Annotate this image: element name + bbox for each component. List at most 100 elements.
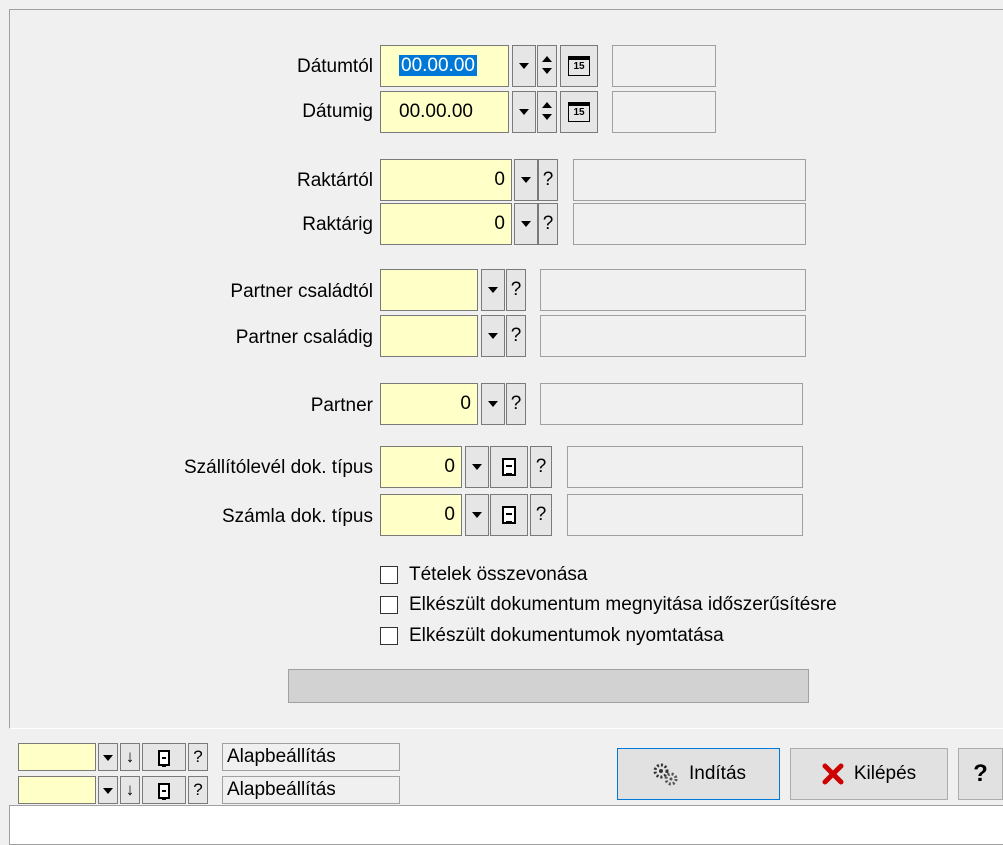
- warehouse-from-help-button[interactable]: ?: [538, 159, 558, 201]
- preset2-help-button[interactable]: ?: [188, 776, 208, 804]
- date-from-calendar-button[interactable]: 15: [560, 45, 598, 87]
- date-to-input[interactable]: 00.00.00: [380, 91, 509, 133]
- delivery-note-type-help-button[interactable]: ?: [530, 446, 552, 488]
- warehouse-from-display: [573, 159, 806, 201]
- open-for-update-label: Elkészült dokumentum megnyitása időszerű…: [409, 594, 837, 615]
- date-from-spinner[interactable]: [537, 45, 557, 87]
- delivery-note-type-display: [567, 446, 803, 488]
- open-for-update-checkbox[interactable]: Elkészült dokumentum megnyitása időszerű…: [380, 594, 837, 616]
- date-to-spinner[interactable]: [537, 91, 557, 133]
- partner-family-to-help-button[interactable]: ?: [506, 315, 526, 357]
- preset1-input[interactable]: [18, 743, 96, 771]
- progress-bar: [288, 669, 809, 703]
- document-icon: [158, 749, 170, 767]
- date-to-dropdown-button[interactable]: [512, 91, 536, 133]
- chevron-down-icon: [472, 511, 482, 518]
- preset1-label: Alapbeállítás: [222, 743, 400, 771]
- date-from-dropdown-button[interactable]: [512, 45, 536, 87]
- chevron-down-icon: [521, 220, 531, 227]
- gears-icon: [653, 763, 678, 786]
- partner-family-from-input[interactable]: [380, 269, 478, 311]
- exit-button-label: Kilépés: [853, 763, 917, 784]
- preset2-label: Alapbeállítás: [222, 776, 400, 804]
- warehouse-to-input[interactable]: 0: [380, 203, 512, 245]
- invoice-type-help-button[interactable]: ?: [530, 494, 552, 536]
- document-icon: [502, 505, 516, 524]
- checkbox-box[interactable]: [380, 566, 398, 584]
- date-to-display: [612, 91, 716, 133]
- help-button[interactable]: ?: [958, 748, 1003, 800]
- invoice-type-input[interactable]: 0: [380, 494, 462, 536]
- preset2-document-button[interactable]: [142, 776, 186, 804]
- delivery-note-type-dropdown-button[interactable]: [465, 446, 489, 488]
- warehouse-to-display: [573, 203, 806, 245]
- partner-family-to-input[interactable]: [380, 315, 478, 357]
- arrow-down-icon: ↓: [125, 780, 135, 799]
- warehouse-from-input[interactable]: 0: [380, 159, 512, 201]
- date-from-label: Dátumtól: [296, 56, 373, 77]
- chevron-down-icon: [488, 332, 498, 339]
- partner-family-from-dropdown-button[interactable]: [481, 269, 505, 311]
- arrow-down-icon: [542, 68, 552, 74]
- chevron-down-icon: [521, 176, 531, 183]
- delivery-note-type-input[interactable]: 0: [380, 446, 462, 488]
- preset1-help-button[interactable]: ?: [188, 743, 208, 771]
- warehouse-from-label: Raktártól: [296, 170, 373, 191]
- chevron-down-icon: [519, 108, 529, 115]
- start-button[interactable]: Indítás: [617, 748, 780, 800]
- date-from-input[interactable]: 00.00.00: [380, 45, 509, 87]
- chevron-down-icon: [488, 286, 498, 293]
- delivery-note-type-label: Szállítólevél dok. típus: [183, 457, 373, 478]
- partner-help-button[interactable]: ?: [506, 383, 526, 425]
- chevron-down-icon: [103, 787, 113, 794]
- invoice-type-dropdown-button[interactable]: [465, 494, 489, 536]
- warehouse-from-dropdown-button[interactable]: [514, 159, 538, 201]
- delivery-note-type-document-button[interactable]: [490, 446, 528, 488]
- partner-display: [540, 383, 803, 425]
- arrow-down-icon: ↓: [125, 747, 135, 766]
- chevron-down-icon: [103, 754, 113, 761]
- invoice-type-display: [567, 494, 803, 536]
- chevron-down-icon: [519, 62, 529, 69]
- date-from-value: 00.00.00: [399, 55, 477, 76]
- partner-family-to-display: [540, 315, 806, 357]
- preset1-move-down-button[interactable]: ↓: [120, 743, 140, 771]
- chevron-down-icon: [472, 463, 482, 470]
- status-bar: [9, 805, 1003, 845]
- checkbox-box[interactable]: [380, 596, 398, 614]
- merge-items-checkbox[interactable]: Tételek összevonása: [380, 564, 588, 586]
- partner-family-from-help-button[interactable]: ?: [506, 269, 526, 311]
- document-icon: [158, 782, 170, 800]
- preset2-dropdown-button[interactable]: [98, 776, 118, 804]
- arrow-down-icon: [542, 114, 552, 120]
- date-to-label: Dátumig: [302, 101, 373, 122]
- start-button-label: Indítás: [688, 763, 747, 784]
- invoice-type-label: Számla dok. típus: [221, 506, 373, 527]
- invoice-type-document-button[interactable]: [490, 494, 528, 536]
- warehouse-to-label: Raktárig: [302, 214, 373, 235]
- partner-family-from-label: Partner családtól: [230, 281, 373, 302]
- preset2-move-down-button[interactable]: ↓: [120, 776, 140, 804]
- date-to-calendar-button[interactable]: 15: [560, 91, 598, 133]
- chevron-down-icon: [488, 400, 498, 407]
- exit-button[interactable]: Kilépés: [790, 748, 948, 800]
- arrow-up-icon: [542, 102, 552, 108]
- merge-items-label: Tételek összevonása: [409, 564, 588, 585]
- calendar-icon: 15: [568, 56, 590, 76]
- preset2-input[interactable]: [18, 776, 96, 804]
- preset1-document-button[interactable]: [142, 743, 186, 771]
- close-icon: [822, 763, 844, 785]
- warehouse-to-dropdown-button[interactable]: [514, 203, 538, 245]
- partner-dropdown-button[interactable]: [481, 383, 505, 425]
- checkbox-box[interactable]: [380, 627, 398, 645]
- preset1-dropdown-button[interactable]: [98, 743, 118, 771]
- date-from-display: [612, 45, 716, 87]
- partner-input[interactable]: 0: [380, 383, 478, 425]
- warehouse-to-help-button[interactable]: ?: [538, 203, 558, 245]
- partner-family-to-label: Partner családig: [235, 327, 373, 348]
- print-documents-checkbox[interactable]: Elkészült dokumentumok nyomtatása: [380, 625, 724, 647]
- print-documents-label: Elkészült dokumentumok nyomtatása: [409, 625, 724, 646]
- partner-family-to-dropdown-button[interactable]: [481, 315, 505, 357]
- partner-family-from-display: [540, 269, 806, 311]
- arrow-up-icon: [542, 56, 552, 62]
